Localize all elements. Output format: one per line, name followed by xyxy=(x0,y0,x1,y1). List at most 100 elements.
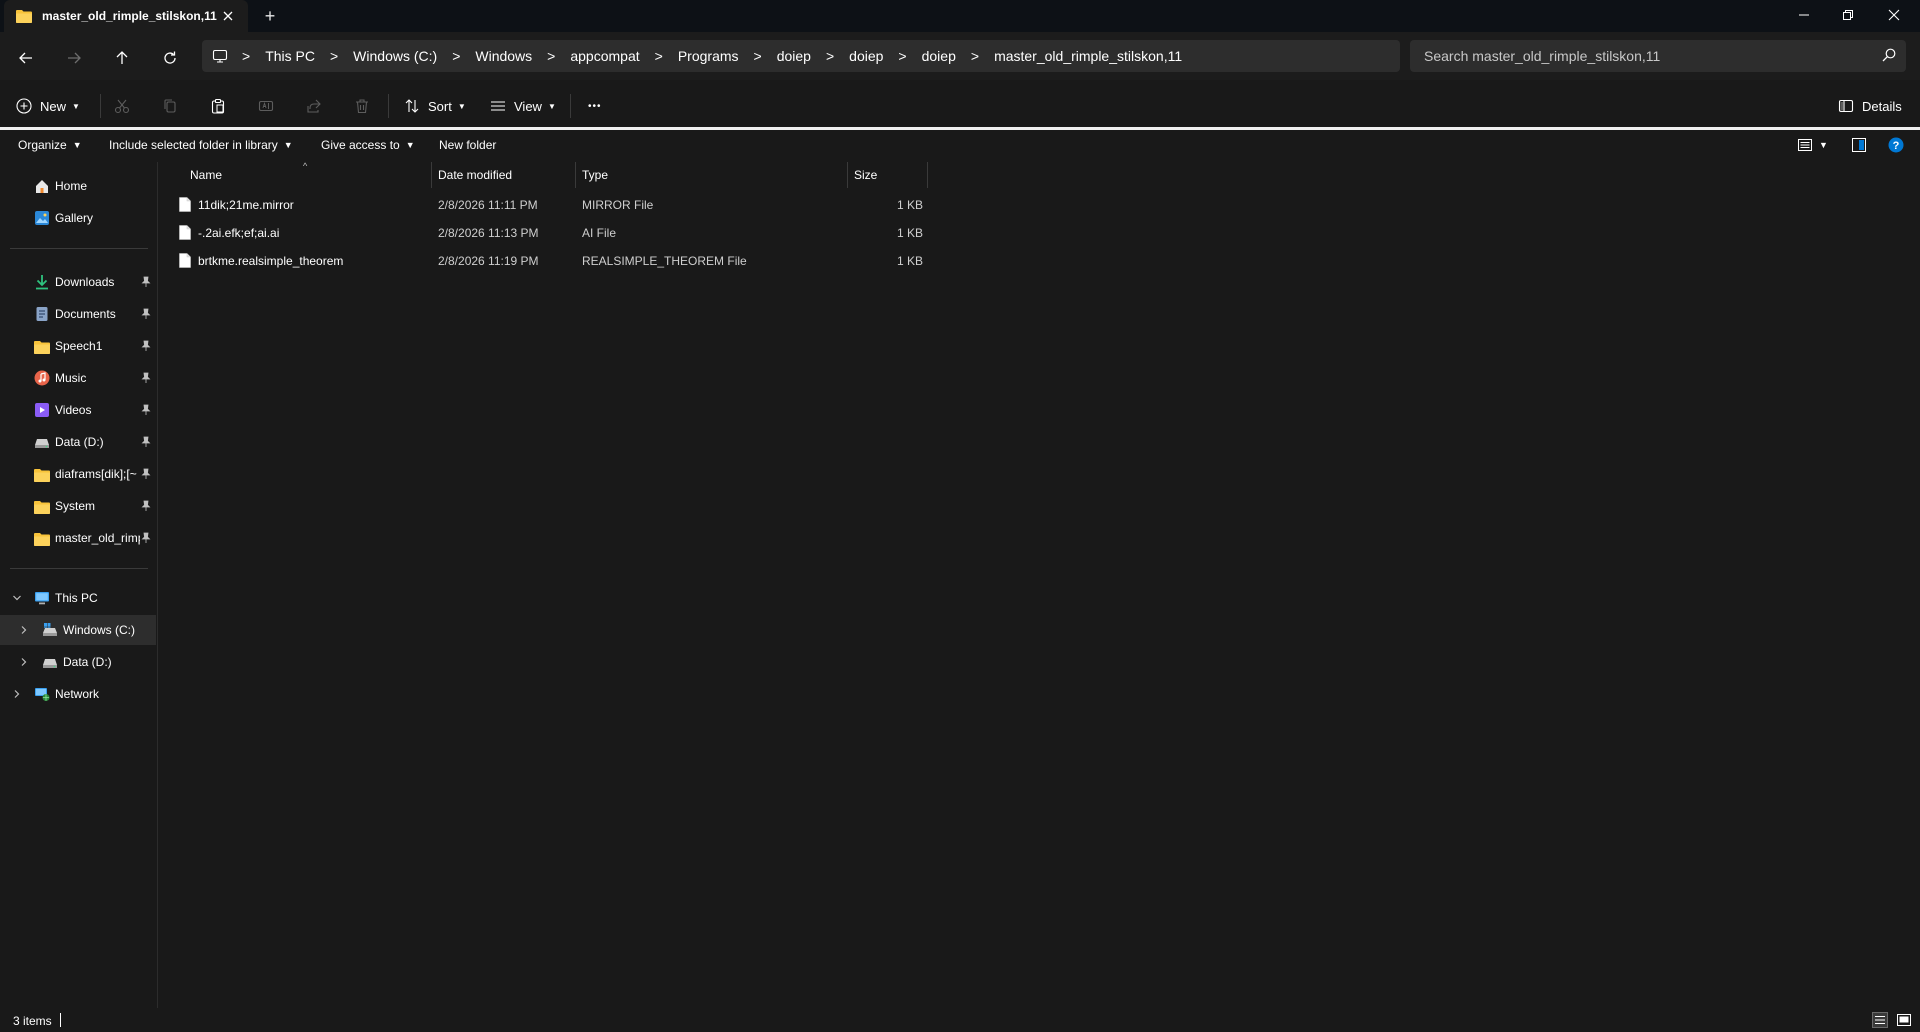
back-arrow-icon[interactable] xyxy=(12,44,40,72)
column-divider[interactable] xyxy=(847,162,848,188)
delete-button[interactable] xyxy=(354,93,370,119)
breadcrumb-this-pc[interactable]: This PC xyxy=(265,48,315,64)
file-name: brtkme.realsimple_theorem xyxy=(198,254,344,268)
sidebar-item-label: Downloads xyxy=(55,275,115,289)
pin-icon[interactable] xyxy=(140,340,152,352)
pin-icon[interactable] xyxy=(140,436,152,448)
sidebar-item-home[interactable]: Home xyxy=(0,171,156,201)
breadcrumb-doiep-3[interactable]: doiep xyxy=(922,48,956,64)
column-divider[interactable] xyxy=(927,162,928,188)
details-button[interactable]: Details xyxy=(1838,93,1902,119)
cut-button[interactable] xyxy=(114,93,130,119)
breadcrumb-separator[interactable]: > xyxy=(971,48,979,64)
sidebar-item-windows-c[interactable]: Windows (C:) xyxy=(0,615,156,645)
sidebar-item-videos[interactable]: Videos xyxy=(0,395,156,425)
breadcrumb-doiep-1[interactable]: doiep xyxy=(777,48,811,64)
view-button[interactable]: View ▼ xyxy=(490,93,556,119)
sidebar-item-diaframs[interactable]: diaframs[dik];[~ xyxy=(0,459,156,489)
preview-pane-button[interactable] xyxy=(1851,137,1867,153)
sidebar-item-system[interactable]: System xyxy=(0,491,156,521)
new-label: New xyxy=(40,98,67,114)
chevron-right-icon[interactable] xyxy=(19,625,29,635)
chevron-down-icon[interactable] xyxy=(12,593,22,603)
give-access-menu[interactable]: Give access to ▼ xyxy=(321,138,415,152)
include-library-menu[interactable]: Include selected folder in library ▼ xyxy=(109,138,293,152)
pin-icon[interactable] xyxy=(140,276,152,288)
column-divider[interactable] xyxy=(575,162,576,188)
new-button[interactable]: New ▼ xyxy=(16,93,80,119)
help-button[interactable]: ? xyxy=(1888,137,1904,153)
sidebar-item-this-pc[interactable]: This PC xyxy=(0,583,156,613)
breadcrumb-separator[interactable]: > xyxy=(754,48,762,64)
column-header-date-modified[interactable]: Date modified xyxy=(438,162,578,188)
rename-button[interactable] xyxy=(258,93,274,119)
search-input[interactable] xyxy=(1424,46,1864,66)
sidebar-item-data-d[interactable]: Data (D:) xyxy=(0,427,156,457)
breadcrumb-separator[interactable]: > xyxy=(547,48,555,64)
sidebar-item-network[interactable]: Network xyxy=(0,679,156,709)
minimize-icon[interactable] xyxy=(1782,0,1826,30)
sidebar-item-master-old-rimple[interactable]: master_old_rimp xyxy=(0,523,156,553)
sort-button[interactable]: Sort ▼ xyxy=(404,93,466,119)
up-arrow-icon[interactable] xyxy=(108,44,136,72)
search-icon[interactable] xyxy=(1882,48,1896,62)
details-view-button[interactable] xyxy=(1872,1012,1888,1028)
breadcrumb-separator[interactable]: > xyxy=(655,48,663,64)
new-folder-button[interactable]: New folder xyxy=(439,138,496,152)
sidebar-item-label: diaframs[dik];[~ xyxy=(55,467,137,481)
file-size: 1 KB xyxy=(897,254,924,268)
search-box[interactable] xyxy=(1410,40,1906,72)
details-label: Details xyxy=(1862,98,1902,114)
column-divider[interactable] xyxy=(431,162,432,188)
close-tab-icon[interactable] xyxy=(220,8,236,24)
file-row[interactable]: 11dik;21me.mirror 2/8/2026 11:11 PM MIRR… xyxy=(173,192,933,218)
sidebar-item-music[interactable]: Music xyxy=(0,363,156,393)
large-icons-view-button[interactable] xyxy=(1896,1012,1912,1028)
pin-icon[interactable] xyxy=(140,308,152,320)
refresh-icon[interactable] xyxy=(156,44,184,72)
breadcrumb-separator[interactable]: > xyxy=(330,48,338,64)
breadcrumb-windows-c[interactable]: Windows (C:) xyxy=(353,48,437,64)
pin-icon[interactable] xyxy=(140,500,152,512)
forward-arrow-icon[interactable] xyxy=(60,44,88,72)
more-options-button[interactable]: ••• xyxy=(588,93,602,119)
file-row[interactable]: brtkme.realsimple_theorem 2/8/2026 11:19… xyxy=(173,248,933,274)
network-icon xyxy=(35,688,50,701)
pin-icon[interactable] xyxy=(140,468,152,480)
sidebar-item-gallery[interactable]: Gallery xyxy=(0,203,156,233)
file-icon xyxy=(179,225,191,240)
column-header-size[interactable]: Size xyxy=(854,162,914,188)
file-row[interactable]: -.2ai.efk;ef;ai.ai 2/8/2026 11:13 PM AI … xyxy=(173,220,933,246)
new-tab-button[interactable]: + xyxy=(258,6,282,26)
change-view-button[interactable]: ▼ xyxy=(1797,137,1828,153)
breadcrumb-separator[interactable]: > xyxy=(826,48,834,64)
pin-icon[interactable] xyxy=(140,404,152,416)
share-button[interactable] xyxy=(306,93,322,119)
organize-menu[interactable]: Organize ▼ xyxy=(18,138,82,152)
pin-icon[interactable] xyxy=(140,532,152,544)
breadcrumb-windows[interactable]: Windows xyxy=(475,48,532,64)
monitor-icon[interactable] xyxy=(212,48,228,64)
paste-button[interactable] xyxy=(210,93,226,119)
copy-button[interactable] xyxy=(162,93,178,119)
breadcrumb-separator[interactable]: > xyxy=(898,48,906,64)
breadcrumb-appcompat[interactable]: appcompat xyxy=(570,48,639,64)
sidebar-item-speech1[interactable]: Speech1 xyxy=(0,331,156,361)
sidebar-item-documents[interactable]: Documents xyxy=(0,299,156,329)
pin-icon[interactable] xyxy=(140,372,152,384)
sidebar-item-data-d-tree[interactable]: Data (D:) xyxy=(0,647,156,677)
close-window-icon[interactable] xyxy=(1872,0,1916,30)
breadcrumb-separator[interactable]: > xyxy=(452,48,460,64)
chevron-right-icon[interactable] xyxy=(12,689,22,699)
tab-active[interactable]: master_old_rimple_stilskon,11 xyxy=(4,0,248,32)
breadcrumb-separator[interactable]: > xyxy=(242,48,250,64)
sidebar-item-downloads[interactable]: Downloads xyxy=(0,267,156,297)
chevron-right-icon[interactable] xyxy=(19,657,29,667)
breadcrumb-current-folder[interactable]: master_old_rimple_stilskon,11 xyxy=(994,48,1182,64)
restore-icon[interactable] xyxy=(1826,0,1870,30)
column-header-type[interactable]: Type xyxy=(582,162,842,188)
sidebar-item-label: This PC xyxy=(55,591,98,605)
breadcrumb-programs[interactable]: Programs xyxy=(678,48,739,64)
breadcrumb-doiep-2[interactable]: doiep xyxy=(849,48,883,64)
address-bar[interactable]: > This PC > Windows (C:) > Windows > app… xyxy=(202,40,1400,72)
